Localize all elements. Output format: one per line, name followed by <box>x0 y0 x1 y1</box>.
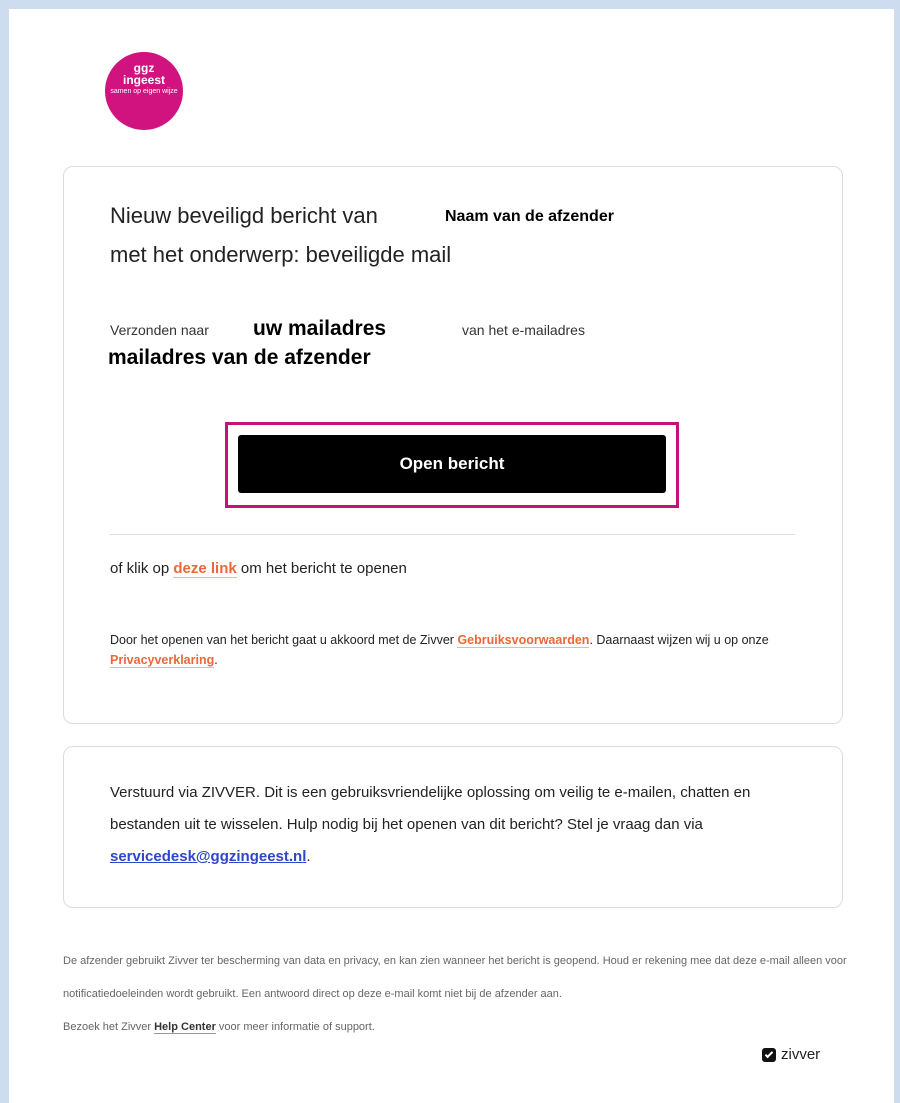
help-prefix: Bezoek het Zivver <box>63 1021 152 1033</box>
divider <box>110 534 795 535</box>
logo-tagline: samen op eigen wijze <box>110 88 178 95</box>
zivver-info-body: Verstuurd via ZIVVER. Dit is een gebruik… <box>110 784 751 833</box>
sender-name: Naam van de afzender <box>445 208 614 225</box>
help-suffix: voor meer informatie of support. <box>218 1021 375 1033</box>
terms-text-1: Door het openen van het bericht gaat u a… <box>110 633 454 647</box>
ggz-ingeest-logo: ggz ingeest samen op eigen wijze <box>105 52 183 130</box>
sender-address: mailadres van de afzender <box>108 346 371 369</box>
zivver-brand: zivver <box>781 1046 821 1063</box>
zivver-info-end: . <box>306 848 311 865</box>
terms-notice: Door het openen van het bericht gaat u a… <box>110 630 810 670</box>
sent-to-label: Verzonden naar <box>110 322 209 338</box>
from-address-label: van het e-mailadres <box>462 322 585 338</box>
terms-text-2: . Daarnaast wijzen wij u op onze <box>589 633 769 647</box>
open-message-button[interactable]: Open bericht <box>238 435 666 493</box>
recipient-address: uw mailadres <box>253 317 387 340</box>
footer: De afzender gebruikt Zivver ter bescherm… <box>63 945 853 1044</box>
footer-disclaimer: De afzender gebruikt Zivver ter bescherm… <box>63 955 847 1000</box>
zivver-info-text: Verstuurd via ZIVVER. Dit is een gebruik… <box>110 777 770 873</box>
footer-help-line: Bezoek het Zivver Help Center voor meer … <box>63 1011 853 1044</box>
alternative-link-line: of klik op deze link om het bericht te o… <box>110 560 407 578</box>
zivver-check-icon <box>762 1047 776 1062</box>
message-subject: met het onderwerp: beveiligde mail <box>110 242 452 267</box>
open-message-link[interactable]: deze link <box>173 560 237 578</box>
privacy-statement-link[interactable]: Privacyverklaring <box>110 653 215 668</box>
alt-link-prefix: of klik op <box>110 560 170 577</box>
terms-of-use-link[interactable]: Gebruiksvoorwaarden <box>457 633 590 648</box>
terms-text-3: . <box>214 653 218 667</box>
help-center-link[interactable]: Help Center <box>154 1021 216 1034</box>
zivver-logo: zivver <box>762 1046 820 1063</box>
logo-line2: ingeest <box>122 73 165 87</box>
servicedesk-email-link[interactable]: servicedesk@ggzingeest.nl <box>110 848 306 865</box>
message-title-prefix: Nieuw beveiligd bericht van <box>110 203 378 228</box>
alt-link-suffix: om het bericht te openen <box>240 560 407 577</box>
